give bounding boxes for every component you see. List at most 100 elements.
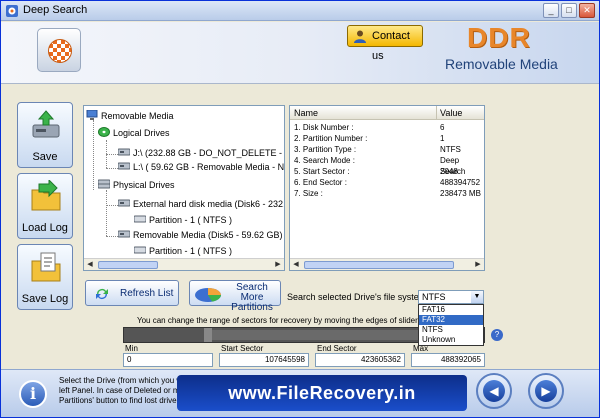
save-log-button[interactable]: Save Log: [17, 244, 73, 310]
tree-horizontal-scrollbar[interactable]: ◀ ▶: [84, 258, 284, 270]
disk-icon: [98, 127, 110, 137]
product-logo: [37, 28, 81, 72]
help-icon[interactable]: ?: [491, 329, 503, 341]
app-window: Deep Search _ □ ✕ Contact us DDR Removab…: [0, 0, 600, 418]
refresh-list-button[interactable]: Refresh List: [85, 280, 179, 306]
property-value: 1: [440, 134, 445, 143]
window-title: Deep Search: [23, 4, 88, 16]
tree-label: Physical Drives: [113, 180, 175, 190]
file-system-select[interactable]: NTFS ▼: [418, 290, 484, 304]
header-banner: Contact us DDR Removable Media: [1, 22, 599, 84]
property-name: 3. Partition Type :: [294, 145, 357, 154]
next-button[interactable]: ▶: [528, 373, 564, 409]
tree-label: Removable Media (Disk5 - 59.62 GB): [133, 230, 283, 240]
column-divider[interactable]: [436, 106, 437, 120]
tree-node-disk5-partition[interactable]: Partition - 1 ( NTFS ): [134, 245, 232, 259]
file-system-selected: NTFS: [422, 292, 446, 302]
property-name: 1. Disk Number :: [294, 123, 354, 132]
load-log-label: Load Log: [22, 222, 68, 234]
footer-help-text: Select the Drive (from which you w left …: [59, 376, 183, 405]
property-row[interactable]: 7. Size : 238473 MB: [290, 188, 484, 199]
monitor-icon: [86, 110, 98, 120]
column-header-value[interactable]: Value: [440, 108, 462, 118]
property-row[interactable]: 3. Partition Type : NTFS: [290, 144, 484, 155]
end-sector-label: End Sector: [317, 344, 357, 353]
app-icon: [6, 5, 18, 17]
tree-node-physical-drives[interactable]: Physical Drives: [98, 179, 175, 193]
tree-label: J:\ (232.88 GB - DO_NOT_DELETE - NTFS): [133, 148, 284, 158]
minimize-button[interactable]: _: [543, 3, 559, 18]
tree-line: [106, 154, 118, 155]
property-row[interactable]: 2. Partition Number : 1: [290, 133, 484, 144]
tree-line: [106, 236, 118, 237]
load-log-button[interactable]: Load Log: [17, 173, 73, 239]
tree-node-disk5[interactable]: Removable Media (Disk5 - 59.62 GB): [118, 229, 283, 243]
file-system-option[interactable]: FAT32: [419, 315, 483, 325]
hard-drive-icon: [118, 230, 130, 238]
properties-header: Name Value: [290, 106, 484, 120]
refresh-list-label: Refresh List: [120, 288, 174, 299]
column-header-name[interactable]: Name: [294, 108, 318, 118]
hard-drive-icon: [118, 148, 130, 156]
tree-line: [106, 190, 107, 236]
tree-node-logical-drives[interactable]: Logical Drives: [98, 127, 170, 141]
property-value: 2048: [440, 167, 458, 176]
scroll-left-icon[interactable]: ◀: [85, 260, 95, 270]
back-button[interactable]: ◀: [476, 373, 512, 409]
property-row[interactable]: 4. Search Mode : Deep Search: [290, 155, 484, 176]
file-system-option[interactable]: Unknown: [419, 335, 483, 345]
arrow-right-icon: ▶: [535, 380, 557, 402]
close-button[interactable]: ✕: [579, 3, 595, 18]
min-sector-field: 0: [123, 353, 213, 367]
search-more-line2: Partitions: [231, 302, 273, 313]
product-subtitle: Removable Media: [445, 56, 558, 72]
maximize-button[interactable]: □: [561, 3, 577, 18]
scroll-thumb[interactable]: [98, 261, 158, 269]
contact-us-button[interactable]: Contact us: [347, 25, 423, 62]
property-value: 238473 MB: [440, 189, 481, 198]
tree-node-drive-j[interactable]: J:\ (232.88 GB - DO_NOT_DELETE - NTFS): [118, 147, 284, 161]
properties-list[interactable]: Name Value 1. Disk Number : 6 2. Partiti…: [289, 105, 485, 271]
drive-tree[interactable]: Removable Media Logical Drives J:\ (232.…: [83, 105, 285, 271]
chevron-down-icon[interactable]: ▼: [471, 291, 483, 303]
end-sector-field[interactable]: 423605362: [315, 353, 405, 367]
save-button[interactable]: Save: [17, 102, 73, 168]
logo-ball-icon: [48, 39, 72, 63]
property-name: 4. Search Mode :: [294, 156, 355, 165]
tree-node-drive-l[interactable]: L:\ ( 59.62 GB - Removable Media - NTFS): [118, 161, 284, 175]
slider-selected-range: [210, 330, 442, 340]
folder-arrow-icon: [31, 180, 61, 211]
file-system-option[interactable]: FAT16: [419, 305, 483, 315]
property-row[interactable]: 1. Disk Number : 6: [290, 122, 484, 133]
file-system-option[interactable]: NTFS: [419, 325, 483, 335]
start-sector-field[interactable]: 107645598: [219, 353, 309, 367]
refresh-icon: [96, 289, 108, 299]
property-name: 2. Partition Number :: [294, 134, 368, 143]
partition-icon: [134, 215, 146, 223]
property-row[interactable]: 5. Start Sector : 2048: [290, 166, 484, 177]
property-name: 6. End Sector :: [294, 178, 347, 187]
tree-line: [106, 205, 118, 206]
tree-node-disk6-partition[interactable]: Partition - 1 ( NTFS ): [134, 214, 232, 228]
scroll-thumb[interactable]: [304, 261, 454, 269]
scroll-left-icon[interactable]: ◀: [291, 260, 301, 270]
tree-line: [93, 120, 94, 190]
property-row[interactable]: 6. End Sector : 488394752: [290, 177, 484, 188]
title-bar[interactable]: Deep Search _ □ ✕: [1, 1, 599, 21]
properties-horizontal-scrollbar[interactable]: ◀ ▶: [290, 258, 484, 270]
scroll-right-icon[interactable]: ▶: [473, 260, 483, 270]
tree-node-disk6[interactable]: External hard disk media (Disk6 - 232.88…: [118, 198, 284, 212]
search-more-partitions-button[interactable]: Search More Partitions: [189, 280, 281, 313]
tree-label: External hard disk media (Disk6 - 232.88…: [133, 199, 284, 209]
scroll-right-icon[interactable]: ▶: [273, 260, 283, 270]
slider-start-handle[interactable]: [204, 328, 212, 342]
info-icon: i: [19, 380, 47, 408]
file-system-dropdown[interactable]: FAT16 FAT32 NTFS Unknown: [418, 304, 484, 346]
contact-us-label: Contact us: [372, 30, 410, 62]
tree-node-removable-media[interactable]: Removable Media: [86, 110, 174, 124]
partition-icon: [134, 246, 146, 254]
tree-label: Logical Drives: [113, 128, 170, 138]
file-system-label: Search selected Drive's file system as: [287, 292, 439, 302]
range-hint-text: You can change the range of sectors for …: [137, 316, 451, 325]
start-sector-label: Start Sector: [221, 344, 264, 353]
